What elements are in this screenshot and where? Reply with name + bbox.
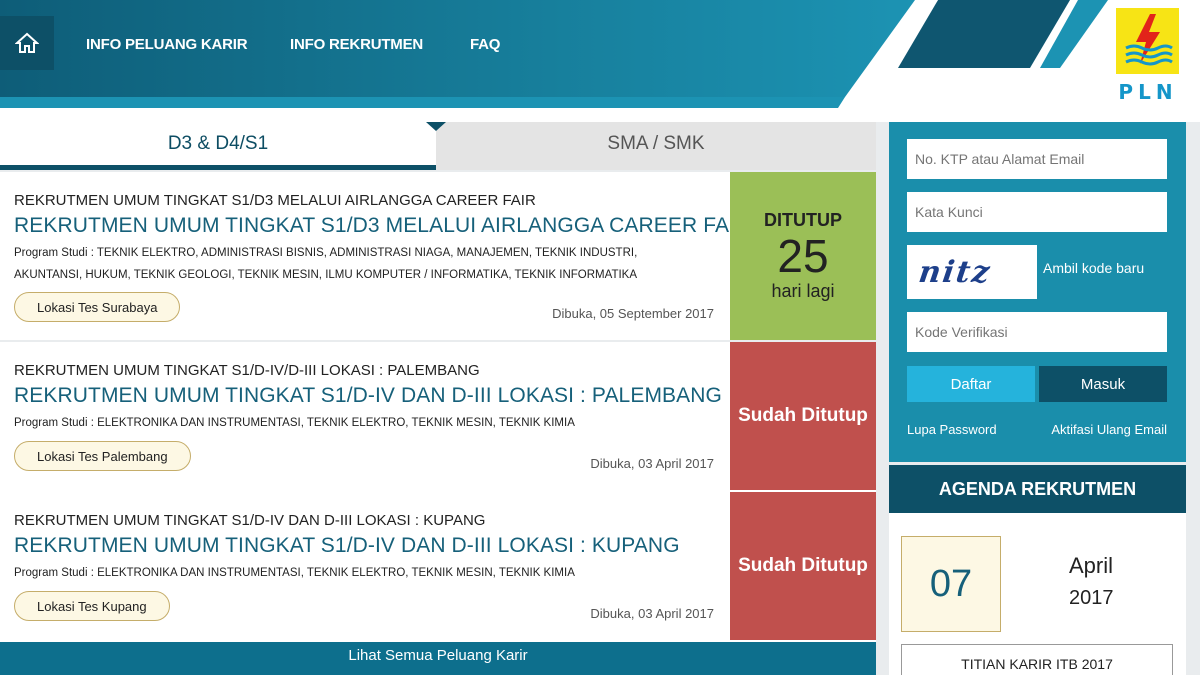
login-panel: nitz Ambil kode baru Daftar Masuk Lupa P… — [889, 122, 1186, 462]
job-card: REKRUTMEN UMUM TINGKAT S1/D3 MELALUI AIR… — [0, 172, 876, 340]
job-title[interactable]: REKRUTMEN UMUM TINGKAT S1/D-IV DAN D-III… — [14, 534, 680, 558]
active-tab-pointer — [426, 122, 446, 131]
header: INFO PELUANG KARIR INFO REKRUTMEN FAQ PL… — [0, 0, 1200, 122]
status-badge: Sudah Ditutup — [730, 342, 876, 490]
password-input[interactable] — [907, 192, 1167, 232]
reactivate-email-link[interactable]: Aktifasi Ulang Email — [1051, 422, 1167, 437]
verification-code-input[interactable] — [907, 312, 1167, 352]
opened-date: Dibuka, 03 April 2017 — [590, 456, 714, 471]
status-days-label: hari lagi — [771, 281, 835, 301]
location-button[interactable]: Lokasi Tes Palembang — [14, 441, 191, 471]
opened-date: Dibuka, 03 April 2017 — [590, 606, 714, 621]
see-all-careers-button[interactable]: Lihat Semua Peluang Karir — [0, 642, 876, 675]
status-days: 25 — [777, 230, 829, 282]
job-card: REKRUTMEN UMUM TINGKAT S1/D-IV/D-III LOK… — [0, 342, 876, 510]
register-button[interactable]: Daftar — [907, 366, 1035, 402]
job-programs: Program Studi : TEKNIK ELEKTRO, ADMINIST… — [14, 247, 638, 281]
agenda-event[interactable]: TITIAN KARIR ITB 2017 — [901, 644, 1173, 675]
home-icon — [15, 32, 39, 53]
status-closed: Sudah Ditutup — [738, 555, 868, 576]
nav-faq[interactable]: FAQ — [470, 36, 500, 53]
pln-logo-text: PLN — [1118, 80, 1178, 104]
status-badge: DITUTUP 25 hari lagi — [730, 172, 876, 340]
job-card: REKRUTMEN UMUM TINGKAT S1/D-IV DAN D-III… — [0, 492, 876, 660]
job-small-title: REKRUTMEN UMUM TINGKAT S1/D3 MELALUI AIR… — [14, 192, 536, 209]
page: INFO PELUANG KARIR INFO REKRUTMEN FAQ PL… — [0, 0, 1200, 675]
status-closed: Sudah Ditutup — [738, 405, 868, 426]
lightning-icon — [1125, 14, 1173, 66]
agenda-panel: 07 April 2017 TITIAN KARIR ITB 2017 — [889, 513, 1186, 675]
tab-sma-smk[interactable]: SMA / SMK — [436, 122, 876, 170]
agenda-month: April — [1069, 553, 1114, 578]
job-small-title: REKRUTMEN UMUM TINGKAT S1/D-IV/D-III LOK… — [14, 362, 480, 379]
home-button[interactable] — [0, 16, 54, 70]
job-small-title: REKRUTMEN UMUM TINGKAT S1/D-IV DAN D-III… — [14, 512, 486, 529]
pln-logo-mark — [1116, 8, 1179, 74]
captcha-text: nitz — [916, 254, 994, 290]
header-band — [0, 0, 1108, 122]
forgot-password-link[interactable]: Lupa Password — [907, 422, 997, 437]
opened-date: Dibuka, 05 September 2017 — [552, 306, 714, 321]
see-all-label: Lihat Semua Peluang Karir — [348, 646, 528, 664]
captcha-image: nitz — [907, 245, 1037, 299]
pln-logo[interactable]: PLN — [1112, 8, 1184, 108]
tab-d3-d4-s1[interactable]: D3 & D4/S1 — [0, 122, 436, 170]
location-button[interactable]: Lokasi Tes Kupang — [14, 591, 170, 621]
job-title[interactable]: REKRUTMEN UMUM TINGKAT S1/D3 MELALUI AIR… — [14, 214, 750, 238]
agenda-title: AGENDA REKRUTMEN — [889, 465, 1186, 513]
job-programs: Program Studi : ELEKTRONIKA DAN INSTRUME… — [14, 567, 575, 579]
nav-info-rekrutmen[interactable]: INFO REKRUTMEN — [290, 36, 423, 53]
agenda-year: 2017 — [1069, 587, 1114, 609]
job-programs: Program Studi : ELEKTRONIKA DAN INSTRUME… — [14, 417, 575, 429]
location-button[interactable]: Lokasi Tes Surabaya — [14, 292, 181, 322]
nav-info-peluang-karir[interactable]: INFO PELUANG KARIR — [86, 36, 248, 53]
ktp-email-input[interactable] — [907, 139, 1167, 179]
status-label: DITUTUP — [764, 210, 842, 230]
login-button[interactable]: Masuk — [1039, 366, 1167, 402]
agenda-day: 07 — [901, 536, 1001, 632]
new-captcha-link[interactable]: Ambil kode baru — [1043, 260, 1144, 276]
status-badge: Sudah Ditutup — [730, 492, 876, 640]
job-title[interactable]: REKRUTMEN UMUM TINGKAT S1/D-IV DAN D-III… — [14, 384, 722, 408]
